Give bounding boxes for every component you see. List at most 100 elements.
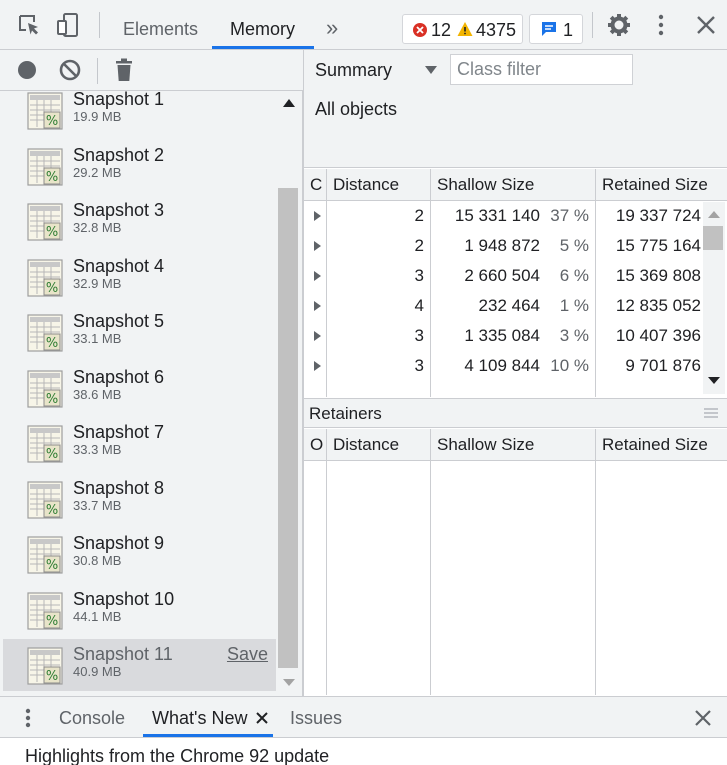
retained-size-cell: 15 775 164 <box>615 236 701 255</box>
scroll-up-arrow-icon[interactable] <box>708 211 720 218</box>
objects-select[interactable]: All objects <box>315 99 397 120</box>
tab-issues[interactable]: Issues <box>290 697 342 739</box>
panel-divider[interactable] <box>303 50 304 696</box>
snapshot-name: Snapshot 4 <box>73 255 165 276</box>
expand-arrow-icon[interactable] <box>314 241 321 251</box>
column-distance[interactable]: Distance <box>333 429 428 461</box>
svg-text:%: % <box>46 503 58 518</box>
tab-memory[interactable]: Memory <box>230 0 295 50</box>
distance-cell: 3 <box>414 266 424 285</box>
record-icon[interactable] <box>17 60 37 85</box>
distance-cell: 3 <box>414 326 424 345</box>
snapshot-item[interactable]: % Snapshot 7 33.3 MB <box>3 417 276 469</box>
gear-icon[interactable] <box>606 12 632 38</box>
scroll-down-arrow-icon[interactable] <box>283 679 295 686</box>
snapshot-item[interactable]: % Snapshot 4 32.9 MB <box>3 251 276 303</box>
shallow-size-percent-cell: 5 % <box>559 236 589 255</box>
heap-snapshot-icon: % <box>27 647 63 685</box>
snapshot-item[interactable]: % Snapshot 2 29.2 MB <box>3 140 276 192</box>
expand-arrow-icon[interactable] <box>314 361 321 371</box>
snapshot-size: 38.6 MB <box>73 386 122 402</box>
snapshot-name: Snapshot 8 <box>73 477 165 498</box>
expand-arrow-icon[interactable] <box>314 271 321 281</box>
heap-snapshot-icon: % <box>27 369 63 408</box>
more-tabs-icon[interactable]: » <box>326 0 338 50</box>
dropdown-arrow-icon[interactable] <box>425 66 437 74</box>
heap-snapshot-icon: % <box>27 258 63 297</box>
snapshot-item[interactable]: % Snapshot 5 33.1 MB <box>3 306 276 358</box>
summary-grid: C Distance Shallow Size Retained Size 2 1… <box>304 169 727 397</box>
heap-snapshot-icon: % <box>27 425 63 463</box>
snapshot-item[interactable]: % Snapshot 1 19.9 MB <box>3 91 276 136</box>
drawer-menu-icon[interactable] <box>18 706 38 735</box>
distance-cell: 4 <box>414 296 424 315</box>
column-shallow-size[interactable]: Shallow Size <box>437 169 587 201</box>
snapshot-name: Snapshot 10 <box>73 588 175 609</box>
svg-text:%: % <box>46 614 58 629</box>
column-retained-size[interactable]: Retained Size <box>602 169 724 201</box>
scroll-up-arrow-icon[interactable] <box>283 99 295 107</box>
table-row[interactable]: 2 1 948 872 5 % 15 775 164 <box>304 231 701 261</box>
column-constructor[interactable]: C <box>310 169 326 201</box>
expand-arrow-icon[interactable] <box>314 211 321 221</box>
snapshot-item[interactable]: % Snapshot 3 32.8 MB <box>3 195 276 247</box>
issues-counter[interactable]: 12 4375 <box>402 14 523 44</box>
close-tab-icon[interactable] <box>255 710 269 730</box>
message-icon <box>540 20 558 43</box>
more-options-icon[interactable] <box>648 12 674 38</box>
table-row[interactable]: 3 4 109 844 10 % 9 701 876 <box>304 351 701 381</box>
tab-whats-new[interactable]: What's New <box>152 697 247 739</box>
snapshot-name: Snapshot 2 <box>73 144 165 165</box>
trash-icon[interactable] <box>115 58 133 87</box>
snapshot-size: 32.8 MB <box>73 220 122 235</box>
table-row[interactable]: 2 15 331 140 37 % 19 337 724 <box>304 201 701 231</box>
snapshot-list-scroll-thumb[interactable] <box>278 188 298 668</box>
table-row[interactable]: 4 232 464 1 % 12 835 052 <box>304 291 701 321</box>
messages-counter[interactable]: 1 <box>529 14 583 44</box>
devtools-toolbar: Elements Memory » 12 4375 1 <box>0 0 727 50</box>
whats-new-headline: Highlights from the Chrome 92 update <box>25 746 330 765</box>
snapshot-size: 33.7 MB <box>73 497 122 513</box>
column-object[interactable]: O <box>310 429 326 461</box>
grid-scrollbar[interactable] <box>703 202 725 394</box>
drag-handle-icon[interactable] <box>704 405 718 425</box>
tab-console[interactable]: Console <box>59 697 125 739</box>
snapshot-item[interactable]: % Snapshot 9 30.8 MB <box>3 528 276 580</box>
svg-text:%: % <box>46 669 58 684</box>
column-distance[interactable]: Distance <box>333 169 428 201</box>
close-drawer-icon[interactable] <box>693 708 713 733</box>
profiles-toolbar <box>0 50 303 91</box>
shallow-size-cell: 2 660 504 <box>464 266 540 285</box>
scroll-down-arrow-icon[interactable] <box>708 377 720 384</box>
close-icon[interactable] <box>693 12 719 38</box>
retainers-grid-header: O Distance Shallow Size Retained Size <box>304 429 727 461</box>
shallow-size-percent-cell: 10 % <box>550 356 589 375</box>
snapshot-item[interactable]: % Snapshot 6 38.6 MB <box>3 362 276 414</box>
active-drawer-tab-indicator <box>143 734 273 737</box>
snapshot-name: Snapshot 6 <box>73 366 165 387</box>
expand-arrow-icon[interactable] <box>314 301 321 311</box>
svg-text:%: % <box>46 392 58 407</box>
snapshot-item[interactable]: % Snapshot 10 44.1 MB <box>3 584 276 636</box>
expand-arrow-icon[interactable] <box>314 331 321 341</box>
snapshot-size: 32.9 MB <box>73 275 122 291</box>
snapshot-item[interactable]: % Snapshot 11 40.9 MB Save <box>3 639 276 691</box>
snapshot-item[interactable]: % Snapshot 8 33.7 MB <box>3 473 276 525</box>
class-filter-input[interactable] <box>450 54 633 85</box>
distance-cell: 2 <box>414 206 424 225</box>
grid-scroll-thumb[interactable] <box>703 226 723 250</box>
table-row[interactable]: 3 2 660 504 6 % 15 369 808 <box>304 261 701 291</box>
retainers-title: Retainers <box>309 404 382 423</box>
snapshot-name: Snapshot 1 <box>73 91 165 109</box>
tab-elements[interactable]: Elements <box>123 0 198 50</box>
clear-icon[interactable] <box>59 59 81 86</box>
save-snapshot-link[interactable]: Save <box>227 644 268 665</box>
column-shallow-size[interactable]: Shallow Size <box>437 429 587 461</box>
table-row[interactable]: 3 1 335 084 3 % 10 407 396 <box>304 321 701 351</box>
device-toolbar-icon[interactable] <box>55 12 81 38</box>
message-count: 1 <box>563 20 574 40</box>
inspect-element-icon[interactable] <box>16 12 42 38</box>
column-retained-size[interactable]: Retained Size <box>602 429 724 461</box>
view-select[interactable]: Summary <box>315 60 392 81</box>
column-divider <box>595 429 596 695</box>
